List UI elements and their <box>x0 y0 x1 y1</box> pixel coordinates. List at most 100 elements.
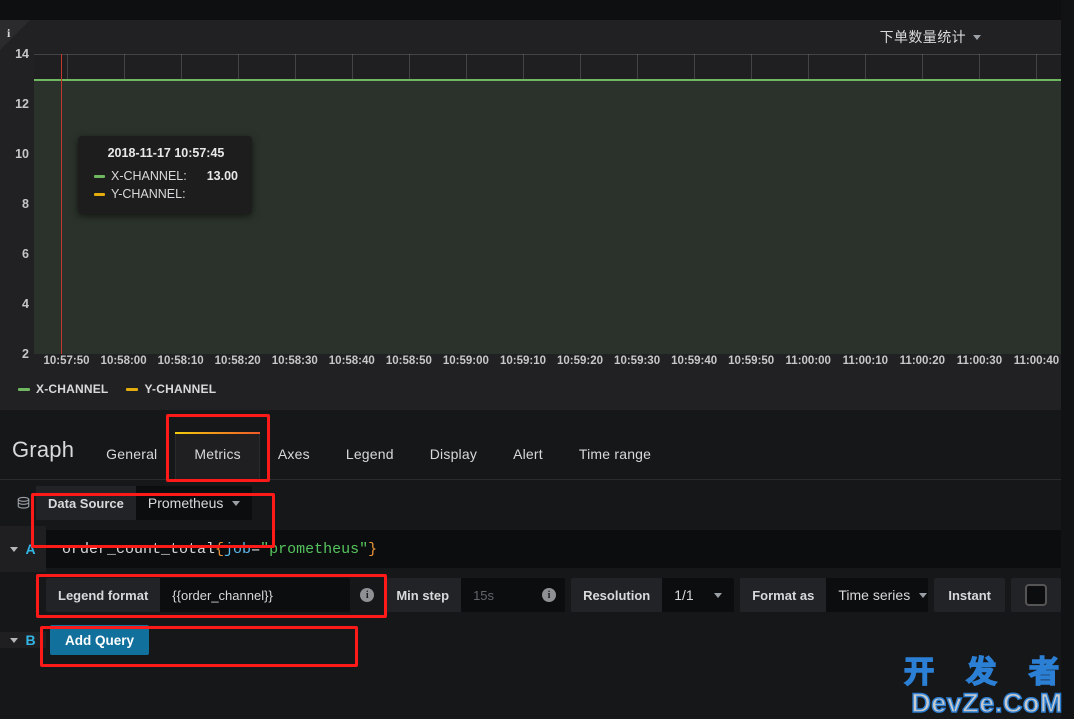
legend-label: X-CHANNEL <box>36 382 109 396</box>
query-expression-input[interactable]: order_count_total{job = "prometheus"} <box>46 530 1061 568</box>
graph-panel: i 下单数量统计 14 12 10 8 6 4 2 10:57:50 10:58:00 10:5… <box>0 20 1061 410</box>
query-letter-a: A <box>25 541 36 557</box>
x-axis-tick: 10:59:00 <box>442 355 489 367</box>
x-axis-tick: 10:59:10 <box>499 355 546 367</box>
instant-checkbox[interactable] <box>1025 584 1047 606</box>
tooltip-series-swatch <box>94 174 105 178</box>
min-step-info-icon[interactable]: i <box>533 578 566 612</box>
resolution-value: 1/1 <box>674 587 694 603</box>
y-axis-tick: 10 <box>15 147 29 161</box>
tab-general[interactable]: General <box>88 446 175 479</box>
x-axis-tick: 10:59:40 <box>671 355 718 367</box>
panel-title-menu[interactable]: 下单数量统计 <box>880 27 981 47</box>
editor-heading: Graph <box>12 437 75 462</box>
format-as-group: Format as Time series <box>740 578 929 612</box>
y-axis-tick: 4 <box>22 297 29 311</box>
query-row-b: B Add Query <box>0 618 1061 662</box>
chevron-down-icon <box>919 592 928 598</box>
legend-item[interactable]: X-CHANNEL <box>18 382 108 396</box>
page-right-rail <box>1061 0 1074 719</box>
tab-display[interactable]: Display <box>412 446 495 479</box>
format-as-select[interactable]: Time series <box>826 578 929 612</box>
data-source-value: Prometheus <box>147 495 224 511</box>
min-step-input[interactable]: 15s <box>461 578 534 612</box>
x-axis-tick: 11:00:40 <box>1013 355 1060 367</box>
gridline-horizontal <box>34 54 1061 55</box>
query-letter-b: B <box>25 632 36 648</box>
y-axis-tick: 2 <box>22 347 29 361</box>
x-axis-tick: 11:00:10 <box>842 355 888 367</box>
legend-format-input[interactable]: {{order_channel}} <box>160 578 351 612</box>
chart-legend: X-CHANNEL Y-CHANNEL <box>18 382 216 396</box>
series-line-x-channel <box>34 79 1061 81</box>
tab-axes[interactable]: Axes <box>260 446 328 479</box>
query-token-close-brace: } <box>368 540 378 558</box>
min-step-group: Min step 15s i <box>384 578 566 612</box>
query-token-label-value: "prometheus" <box>260 540 369 558</box>
y-axis-tick: 6 <box>22 247 29 261</box>
x-axis-tick: 10:58:30 <box>271 355 318 367</box>
resolution-label: Resolution <box>571 578 663 612</box>
format-as-label: Format as <box>740 578 827 612</box>
query-row-a: A order_count_total{job = "prometheus"} <box>0 526 1061 572</box>
y-axis-tick: 8 <box>22 197 29 211</box>
chevron-down-icon <box>10 637 19 643</box>
chevron-down-icon <box>714 592 723 598</box>
query-row-b-handle[interactable]: B <box>0 632 46 648</box>
legend-item[interactable]: Y-CHANNEL <box>126 382 216 396</box>
tooltip-timestamp: 2018-11-17 10:57:45 <box>107 146 225 160</box>
resolution-select[interactable]: 1/1 <box>662 578 735 612</box>
data-source-label: Data Source <box>36 486 136 520</box>
tab-legend[interactable]: Legend <box>328 446 412 479</box>
query-token-equals: = <box>251 540 261 558</box>
y-axis-tick: 12 <box>15 97 29 111</box>
query-token-label-key: job <box>224 540 252 558</box>
legend-swatch <box>126 387 139 391</box>
chevron-down-icon <box>232 500 241 506</box>
tab-alert[interactable]: Alert <box>495 446 561 479</box>
tab-metrics[interactable]: Metrics <box>175 432 260 479</box>
x-axis-tick: 10:58:10 <box>157 355 204 367</box>
x-axis-tick: 10:57:50 <box>43 355 90 367</box>
legend-label: Y-CHANNEL <box>144 382 217 396</box>
data-source-row: Data Source Prometheus <box>0 480 1061 526</box>
x-axis-tick: 11:00:30 <box>956 355 1003 367</box>
query-row-a-handle[interactable]: A <box>0 526 46 572</box>
x-axis-tick: 11:00:00 <box>785 355 831 367</box>
legend-format-label: Legend format <box>46 578 161 612</box>
plot-wrapper: 14 12 10 8 6 4 2 10:57:50 10:58:00 10:58:10 10:58… <box>0 47 1061 396</box>
instant-label: Instant <box>934 578 1005 612</box>
series-area-fill <box>34 79 1061 354</box>
instant-checkbox-wrap[interactable] <box>1011 578 1061 612</box>
chevron-down-icon <box>10 546 19 552</box>
resolution-group: Resolution 1/1 <box>571 578 735 612</box>
min-step-label: Min step <box>384 578 462 612</box>
y-axis: 14 12 10 8 6 4 2 <box>0 47 34 361</box>
panel-title-text: 下单数量统计 <box>879 29 966 45</box>
tooltip-row: X-CHANNEL: 13.00 <box>94 167 238 185</box>
legend-format-info-icon[interactable]: i <box>356 588 378 602</box>
x-axis-tick: 10:58:50 <box>385 355 432 367</box>
grafana-panel-editor-page: i 下单数量统计 14 12 10 8 6 4 2 10:57:50 10:58:00 10:5… <box>0 0 1074 719</box>
page-top-bar <box>0 0 1074 20</box>
query-options-row: Legend format {{order_channel}} i Min st… <box>0 572 1061 618</box>
legend-swatch <box>18 387 30 391</box>
editor-tab-bar: Graph General Metrics Axes Legend Displa… <box>0 412 1061 480</box>
crosshair-line <box>61 54 62 354</box>
tooltip-series-label: X-CHANNEL: <box>111 169 187 183</box>
x-axis-tick: 10:59:20 <box>556 355 604 367</box>
x-axis-tick: 10:58:00 <box>100 355 147 367</box>
legend-format-group: Legend format {{order_channel}} <box>46 578 351 612</box>
add-query-button[interactable]: Add Query <box>50 625 150 655</box>
tab-time-range[interactable]: Time range <box>561 446 669 479</box>
graph-tooltip: 2018-11-17 10:57:45 X-CHANNEL: 13.00 Y-C… <box>78 136 252 214</box>
x-axis-tick: 11:00:20 <box>899 355 946 367</box>
x-axis-tick: 10:58:40 <box>328 355 375 367</box>
data-source-select[interactable]: Prometheus <box>135 486 253 520</box>
x-axis-tick: 10:59:30 <box>614 355 661 367</box>
query-token-metric: order_count_total <box>62 540 216 558</box>
chevron-down-icon <box>973 34 981 40</box>
format-as-value: Time series <box>838 587 911 603</box>
panel-info-icon[interactable]: i <box>7 25 21 43</box>
tooltip-series-value: 13.00 <box>206 169 238 183</box>
